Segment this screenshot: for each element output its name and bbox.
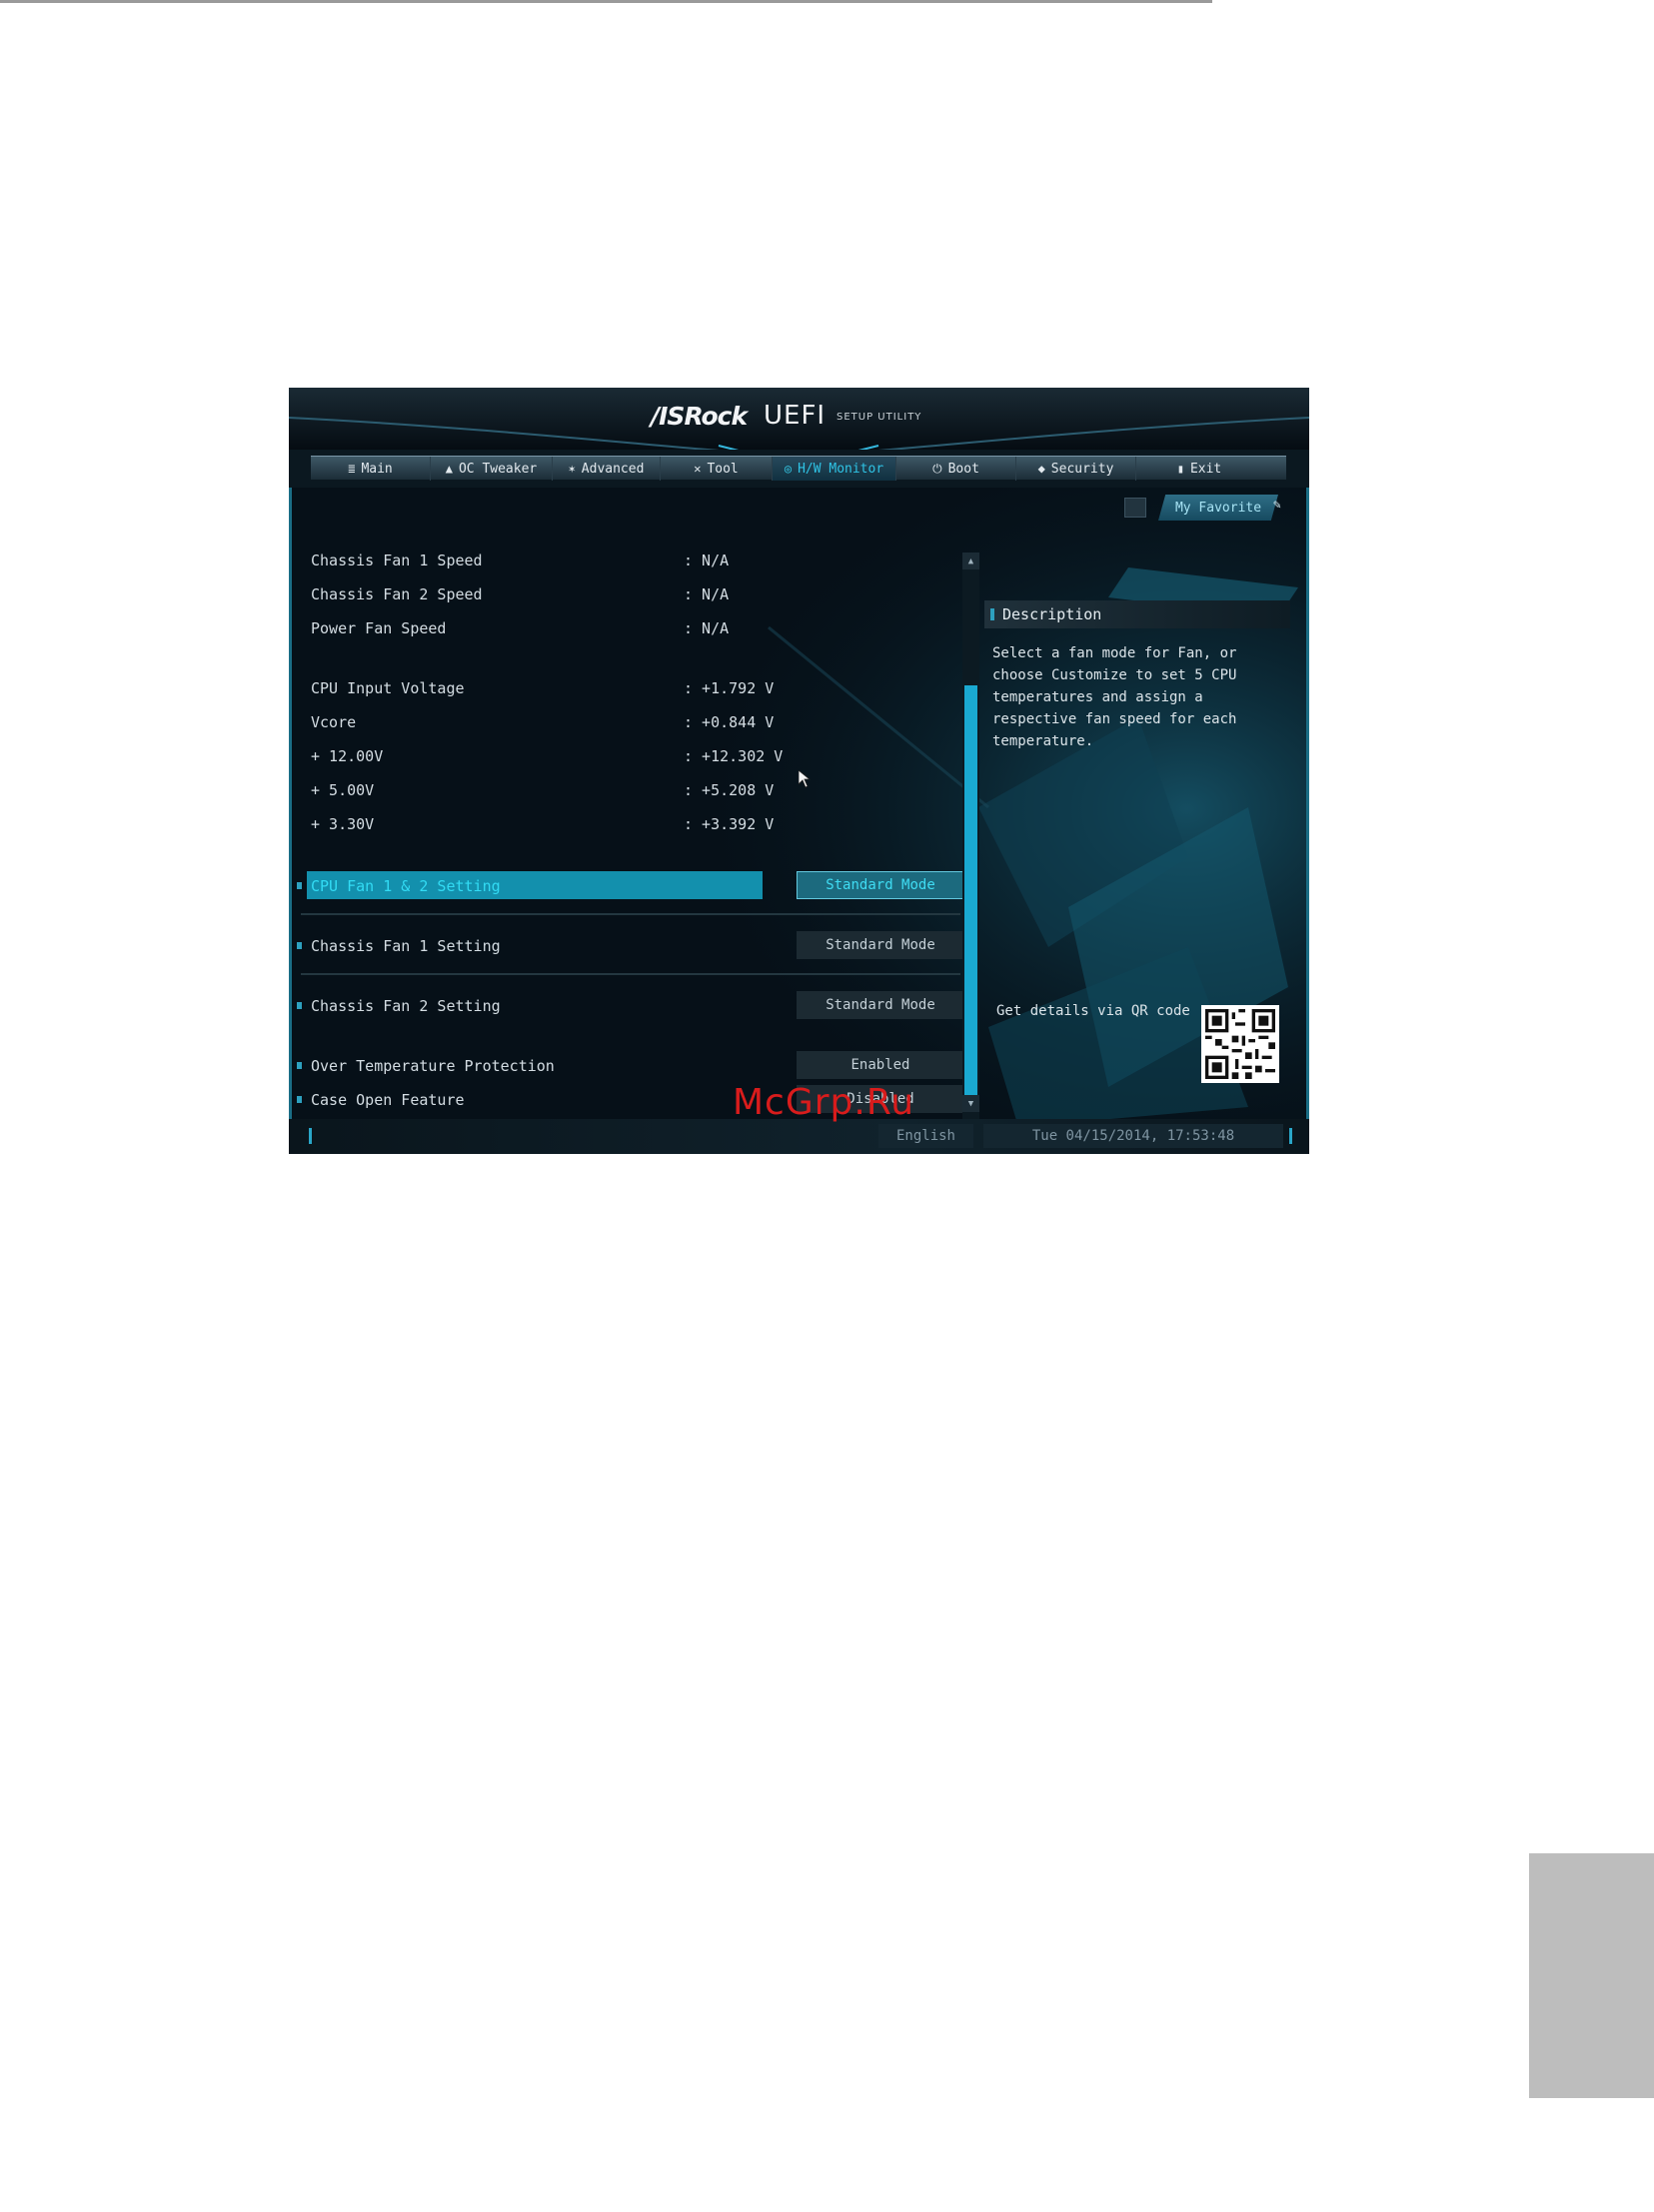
cpu-input-voltage-label: CPU Input Voltage — [311, 679, 465, 697]
rocket-icon: ▲ — [445, 462, 453, 476]
uefi-logo: UEFI — [764, 401, 827, 431]
description-text: Select a fan mode for Fan, or choose Cus… — [992, 645, 1237, 749]
page-side-tab — [1529, 1853, 1654, 2098]
tab-label: Tool — [707, 461, 739, 477]
setting-row-cpu-fan[interactable]: CPU Fan 1 & 2 Setting Standard Mode — [297, 871, 964, 901]
cpu-input-voltage-value: : +1.792 V — [684, 679, 775, 697]
status-marker — [309, 1128, 312, 1144]
chassis-fan-2-mode-button[interactable]: Standard Mode — [797, 991, 964, 1019]
submenu-arrow-icon — [297, 882, 302, 889]
submenu-arrow-icon — [297, 942, 302, 949]
power-icon: ⏻ — [932, 461, 942, 476]
tab-hw-monitor[interactable]: ◎ H/W Monitor — [773, 457, 896, 481]
monitor-icon: ◎ — [784, 462, 793, 476]
voltage-3v3-value: : +3.392 V — [684, 815, 775, 833]
chassis-fan-2-speed-value: : N/A — [684, 585, 730, 603]
chassis-fan-1-speed-value: : N/A — [684, 552, 730, 569]
shield-icon: ◆ — [1037, 462, 1045, 476]
bios-screen: /ISRock UEFI SETUP UTILITY ≣ Main ▲ OC Twe… — [289, 388, 1309, 1154]
setting-label: CPU Fan 1 & 2 Setting — [311, 877, 501, 895]
setting-row-over-temp[interactable]: Over Temperature Protection Enabled — [297, 1051, 964, 1081]
chassis-fan-2-speed-label: Chassis Fan 2 Speed — [311, 585, 483, 603]
tab-label: Exit — [1189, 461, 1222, 477]
scroll-down-icon[interactable]: ▼ — [962, 1095, 979, 1112]
chassis-fan-1-mode-button[interactable]: Standard Mode — [797, 931, 964, 959]
tab-boot[interactable]: ⏻ Boot — [896, 457, 1016, 481]
setting-row-chassis-fan-2[interactable]: Chassis Fan 2 Setting Standard Mode — [297, 991, 964, 1021]
voltage-5v-label: + 5.00V — [311, 781, 375, 799]
setting-label: Case Open Feature — [311, 1091, 465, 1109]
description-title: Description — [1002, 605, 1102, 623]
setting-label: Over Temperature Protection — [311, 1057, 555, 1075]
tab-security[interactable]: ◆ Security — [1016, 457, 1136, 481]
description-marker — [990, 608, 994, 620]
divider — [301, 973, 960, 975]
pencil-icon[interactable]: ✎ — [1273, 498, 1281, 513]
tab-oc-tweaker[interactable]: ▲ OC Tweaker — [431, 457, 553, 481]
my-favorite-button[interactable]: My Favorite — [1158, 495, 1278, 521]
tab-tool[interactable]: ✕ Tool — [661, 457, 773, 481]
tab-label: H/W Monitor — [798, 461, 884, 477]
mouse-cursor-icon — [799, 770, 811, 788]
vcore-label: Vcore — [311, 713, 357, 731]
setting-row-chassis-fan-1[interactable]: Chassis Fan 1 Setting Standard Mode — [297, 931, 964, 961]
status-marker — [1289, 1128, 1292, 1144]
star-icon: ✶ — [568, 462, 576, 476]
voltage-12v-label: + 12.00V — [311, 747, 384, 765]
qr-code-label: Get details via QR code — [996, 1003, 1190, 1019]
description-header: Description — [984, 600, 1290, 628]
date-time-display: Tue 04/15/2014, 17:53:48 — [983, 1124, 1283, 1148]
watermark: McGrp.Ru — [733, 1082, 915, 1123]
submenu-arrow-icon — [297, 1096, 302, 1103]
page-top-rule — [0, 0, 1212, 3]
divider — [301, 913, 960, 915]
setting-label: Chassis Fan 1 Setting — [311, 937, 501, 955]
tab-exit[interactable]: ▮ Exit — [1136, 457, 1262, 481]
power-fan-speed-label: Power Fan Speed — [311, 619, 447, 637]
voltage-3v3-label: + 3.30V — [311, 815, 375, 833]
tab-advanced[interactable]: ✶ Advanced — [553, 457, 661, 481]
tab-label: Advanced — [581, 461, 645, 477]
scroll-up-icon[interactable]: ▲ — [962, 553, 979, 569]
tab-label: Security — [1050, 461, 1114, 477]
scrollbar-thumb[interactable] — [964, 685, 977, 1095]
bios-header: /ISRock UEFI SETUP UTILITY — [289, 388, 1309, 446]
vcore-value: : +0.844 V — [684, 713, 775, 731]
cpu-fan-mode-button[interactable]: Standard Mode — [797, 871, 964, 899]
tab-label: OC Tweaker — [458, 461, 538, 477]
favorite-toggle-icon[interactable] — [1124, 498, 1146, 518]
power-fan-speed-value: : N/A — [684, 619, 730, 637]
tab-label: Boot — [947, 461, 979, 477]
voltage-5v-value: : +5.208 V — [684, 781, 775, 799]
voltage-12v-value: : +12.302 V — [684, 747, 784, 765]
asrock-logo: /ISRock — [651, 402, 748, 431]
list-icon: ≣ — [348, 462, 356, 476]
submenu-arrow-icon — [297, 1002, 302, 1009]
submenu-arrow-icon — [297, 1062, 302, 1069]
over-temp-protection-button[interactable]: Enabled — [797, 1051, 964, 1079]
setup-utility-label: SETUP UTILITY — [836, 412, 922, 423]
setting-label: Chassis Fan 2 Setting — [311, 997, 501, 1015]
tools-icon: ✕ — [694, 462, 702, 476]
tab-main[interactable]: ≣ Main — [311, 457, 431, 481]
exit-icon: ▮ — [1176, 462, 1184, 476]
main-tab-bar: ≣ Main ▲ OC Tweaker ✶ Advanced ✕ Tool ◎ H/W M… — [311, 456, 1286, 481]
chassis-fan-1-speed-label: Chassis Fan 1 Speed — [311, 552, 483, 569]
language-button[interactable]: English — [878, 1124, 973, 1148]
qr-code-icon — [1201, 1005, 1279, 1083]
tab-label: Main — [361, 461, 393, 477]
